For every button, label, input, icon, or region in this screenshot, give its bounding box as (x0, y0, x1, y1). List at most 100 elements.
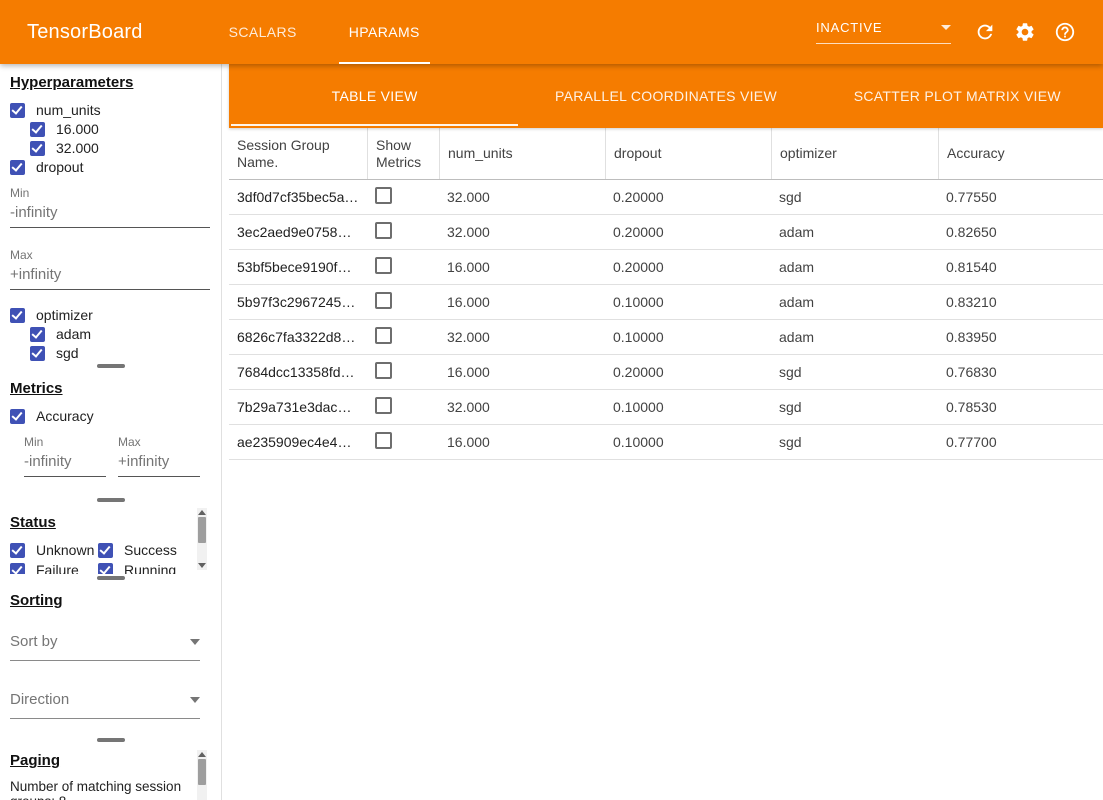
help-icon[interactable] (1053, 20, 1077, 44)
dropout-max-input[interactable]: +infinity (10, 262, 210, 290)
status-failure[interactable]: Failure (10, 561, 98, 574)
metric-label: Accuracy (36, 408, 94, 424)
num-units-cell: 16.000 (439, 364, 605, 380)
checkbox-checked-icon[interactable] (10, 160, 25, 175)
optimizer-cell: sgd (771, 434, 938, 450)
app-title: TensorBoard (27, 21, 143, 44)
checkbox-checked-icon[interactable] (10, 563, 25, 575)
hparam-value-16[interactable]: 16.000 (30, 120, 211, 138)
show-metrics-cell (367, 397, 439, 417)
num-units-cell: 32.000 (439, 399, 605, 415)
scrollbar-thumb[interactable] (198, 517, 206, 543)
dropout-cell: 0.10000 (605, 399, 771, 415)
show-metrics-checkbox[interactable] (375, 397, 392, 414)
checkbox-checked-icon[interactable] (98, 543, 113, 558)
column-header-num-units[interactable]: num_units (439, 128, 605, 179)
checkbox-checked-icon[interactable] (30, 122, 45, 137)
toolbar-actions: INACTIVE (816, 20, 1085, 44)
session-group-name-cell: ae235909ec4e4d… (229, 434, 367, 450)
pane-resize-handle[interactable] (97, 576, 125, 580)
refresh-icon[interactable] (973, 20, 997, 44)
hparam-value-32[interactable]: 32.000 (30, 139, 211, 157)
status-success[interactable]: Success (98, 541, 195, 559)
metric-min-input[interactable]: -infinity (24, 449, 106, 477)
hparam-value-label: adam (56, 326, 91, 342)
checkbox-checked-icon[interactable] (30, 327, 45, 342)
column-header-accuracy[interactable]: Accuracy (938, 128, 1103, 179)
status-running[interactable]: Running (98, 561, 195, 574)
checkbox-checked-icon[interactable] (98, 563, 113, 575)
hyperparameters-heading: Hyperparameters (10, 74, 211, 91)
column-header-optimizer[interactable]: optimizer (771, 128, 938, 179)
tab-scatter-plot-matrix-view[interactable]: SCATTER PLOT MATRIX VIEW (812, 64, 1103, 128)
checkbox-checked-icon[interactable] (10, 543, 25, 558)
table-row: 5b97f3c2967245b… 16.000 0.10000 adam 0.8… (229, 285, 1103, 320)
tab-scalars[interactable]: SCALARS (203, 0, 323, 64)
dropout-min-field: Min -infinity (10, 186, 211, 228)
show-metrics-checkbox[interactable] (375, 292, 392, 309)
hparam-label: num_units (36, 102, 101, 118)
show-metrics-checkbox[interactable] (375, 187, 392, 204)
show-metrics-cell (367, 327, 439, 347)
metric-max-input[interactable]: +infinity (118, 449, 200, 477)
metric-max-field: Max +infinity (118, 435, 200, 477)
metrics-heading: Metrics (10, 380, 211, 397)
scrollbar-thumb[interactable] (198, 759, 206, 785)
accuracy-cell: 0.77700 (938, 434, 1103, 450)
pane-resize-handle[interactable] (97, 364, 125, 368)
column-header-dropout[interactable]: dropout (605, 128, 771, 179)
checkbox-checked-icon[interactable] (10, 308, 25, 323)
hparam-num-units[interactable]: num_units (10, 101, 211, 119)
pane-resize-handle[interactable] (97, 738, 125, 742)
table-row: ae235909ec4e4d… 16.000 0.10000 sgd 0.777… (229, 425, 1103, 460)
hparam-dropout[interactable]: dropout (10, 158, 211, 176)
show-metrics-cell (367, 432, 439, 452)
show-metrics-cell (367, 292, 439, 312)
checkbox-checked-icon[interactable] (30, 346, 45, 361)
dropout-cell: 0.20000 (605, 364, 771, 380)
optimizer-cell: adam (771, 224, 938, 240)
checkbox-checked-icon[interactable] (10, 409, 25, 424)
table-row: 7b29a731e3daca… 32.000 0.10000 sgd 0.785… (229, 390, 1103, 425)
checkbox-checked-icon[interactable] (10, 103, 25, 118)
column-header-session-group-name[interactable]: Session Group Name. (229, 128, 367, 179)
hparam-value-sgd[interactable]: sgd (30, 344, 211, 362)
status-heading: Status (10, 514, 211, 531)
scroll-up-icon[interactable] (198, 752, 206, 757)
session-group-name-cell: 3df0d7cf35bec5a… (229, 189, 367, 205)
pane-divider (0, 362, 221, 370)
checkbox-checked-icon[interactable] (30, 141, 45, 156)
max-label: Max (118, 435, 200, 449)
hparam-optimizer[interactable]: optimizer (10, 306, 211, 324)
pane-resize-handle[interactable] (97, 498, 125, 502)
accuracy-cell: 0.77550 (938, 189, 1103, 205)
reload-mode-select[interactable]: INACTIVE (816, 20, 951, 44)
num-units-cell: 32.000 (439, 224, 605, 240)
table-row: 3df0d7cf35bec5a… 32.000 0.20000 sgd 0.77… (229, 180, 1103, 215)
hparam-value-adam[interactable]: adam (30, 325, 211, 343)
column-header-show-metrics[interactable]: Show Metrics (367, 128, 439, 179)
scroll-down-icon[interactable] (198, 563, 206, 568)
tab-parallel-coordinates-view[interactable]: PARALLEL COORDINATES VIEW (520, 64, 811, 128)
metric-accuracy[interactable]: Accuracy (10, 407, 211, 425)
sort-by-select[interactable]: Sort by (10, 633, 200, 661)
direction-select[interactable]: Direction (10, 691, 200, 719)
status-scrollbar[interactable] (197, 508, 207, 570)
gear-icon[interactable] (1013, 20, 1037, 44)
show-metrics-checkbox[interactable] (375, 257, 392, 274)
paging-scrollbar[interactable] (197, 750, 207, 800)
show-metrics-checkbox[interactable] (375, 362, 392, 379)
session-group-name-cell: 5b97f3c2967245b… (229, 294, 367, 310)
session-group-name-cell: 3ec2aed9e07589f… (229, 224, 367, 240)
dropout-min-input[interactable]: -infinity (10, 200, 210, 228)
num-units-cell: 16.000 (439, 434, 605, 450)
status-unknown[interactable]: Unknown (10, 541, 98, 559)
show-metrics-checkbox[interactable] (375, 327, 392, 344)
view-tabs: TABLE VIEW PARALLEL COORDINATES VIEW SCA… (229, 64, 1103, 128)
show-metrics-checkbox[interactable] (375, 432, 392, 449)
scroll-up-icon[interactable] (198, 510, 206, 515)
tab-table-view[interactable]: TABLE VIEW (229, 64, 520, 128)
hyperparameters-pane: Hyperparameters num_units 16.000 32.000 … (0, 64, 221, 362)
tab-hparams[interactable]: HPARAMS (323, 0, 446, 64)
show-metrics-checkbox[interactable] (375, 222, 392, 239)
